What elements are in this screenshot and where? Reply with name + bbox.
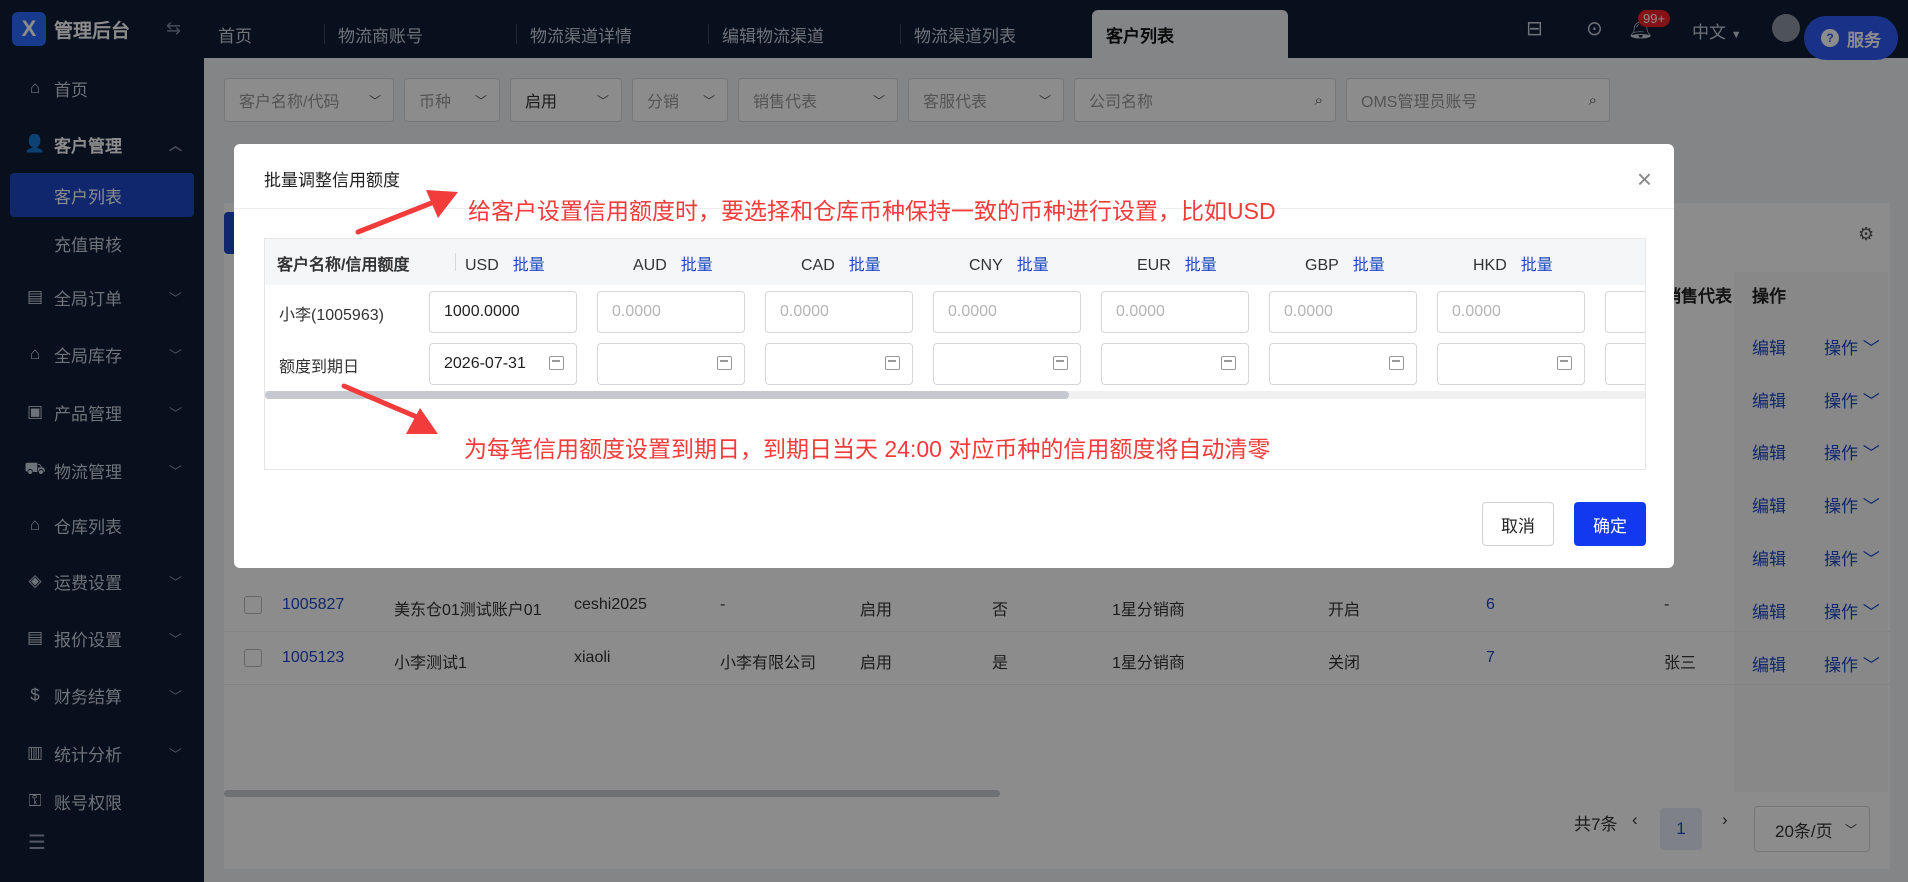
calendar-icon <box>885 356 900 370</box>
batch-link[interactable]: 批量 <box>849 257 881 274</box>
date-input-gbp[interactable] <box>1269 343 1417 385</box>
amount-input-hkd[interactable]: 0.0000 <box>1437 291 1585 333</box>
currency-code: HKD <box>1473 257 1507 274</box>
currency-header-hkd: HKD 批量 <box>1473 251 1553 275</box>
currency-code: EUR <box>1137 257 1171 274</box>
annotation-bottom: 为每笔信用额度设置到期日，到期日当天 24:00 对应币种的信用额度将自动清零 <box>464 436 1271 462</box>
amount-input-eur[interactable]: 0.0000 <box>1101 291 1249 333</box>
batch-link[interactable]: 批量 <box>1185 257 1217 274</box>
expiry-row-label: 额度到期日 <box>279 359 360 376</box>
first-column-header: 客户名称/信用额度 <box>277 257 410 274</box>
annotation-top: 给客户设置信用额度时，要选择和仓库币种保持一致的币种进行设置，比如USD <box>468 198 1276 224</box>
batch-link[interactable]: 批量 <box>681 257 713 274</box>
currency-code: USD <box>465 257 499 274</box>
currency-header-cad: CAD 批量 <box>801 251 881 275</box>
credit-table-header: 客户名称/信用额度 USD 批量 AUD 批量 CAD 批量 CNY 批量 EUR 批量 … <box>265 239 1645 285</box>
batch-link[interactable]: 批量 <box>513 257 545 274</box>
column-divider <box>455 253 456 271</box>
currency-header-gbp: GBP 批量 <box>1305 251 1385 275</box>
calendar-icon <box>1053 356 1068 370</box>
date-input-aud[interactable] <box>597 343 745 385</box>
credit-limit-modal: 批量调整信用额度 × 给客户设置信用额度时，要选择和仓库币种保持一致的币种进行设… <box>234 144 1674 568</box>
date-value: 2026-07-31 <box>444 355 526 372</box>
date-input-usd[interactable]: 2026-07-31 <box>429 343 577 385</box>
batch-link[interactable]: 批量 <box>1017 257 1049 274</box>
amount-input-cny[interactable]: 0.0000 <box>933 291 1081 333</box>
customer-row-label: 小李(1005963) <box>279 307 384 324</box>
currency-header-cny: CNY 批量 <box>969 251 1049 275</box>
close-icon[interactable]: × <box>1637 164 1652 195</box>
modal-title: 批量调整信用额度 <box>264 171 400 190</box>
date-input-eur[interactable] <box>1101 343 1249 385</box>
calendar-icon <box>549 356 564 370</box>
batch-link[interactable]: 批量 <box>1521 257 1553 274</box>
currency-header-aud: AUD 批量 <box>633 251 713 275</box>
cancel-button[interactable]: 取消 <box>1482 502 1554 546</box>
amount-input-cut[interactable] <box>1605 291 1645 333</box>
confirm-button[interactable]: 确定 <box>1574 502 1646 546</box>
amount-input-aud[interactable]: 0.0000 <box>597 291 745 333</box>
calendar-icon <box>1389 356 1404 370</box>
calendar-icon <box>1557 356 1572 370</box>
currency-code: CAD <box>801 257 835 274</box>
currency-header-eur: EUR 批量 <box>1137 251 1217 275</box>
batch-link[interactable]: 批量 <box>1353 257 1385 274</box>
date-input-cny[interactable] <box>933 343 1081 385</box>
calendar-icon <box>1221 356 1236 370</box>
date-input-cut[interactable] <box>1605 343 1645 385</box>
amount-input-cad[interactable]: 0.0000 <box>765 291 913 333</box>
date-input-cad[interactable] <box>765 343 913 385</box>
currency-header-usd: USD 批量 <box>465 251 545 275</box>
date-input-hkd[interactable] <box>1437 343 1585 385</box>
annotation-arrow-top <box>355 190 458 235</box>
currency-code: CNY <box>969 257 1003 274</box>
currency-code: AUD <box>633 257 667 274</box>
calendar-icon <box>717 356 732 370</box>
amount-input-gbp[interactable]: 0.0000 <box>1269 291 1417 333</box>
currency-code: GBP <box>1305 257 1339 274</box>
credit-table-scrollbar[interactable] <box>265 391 1069 399</box>
amount-input-usd[interactable]: 1000.0000 <box>429 291 577 333</box>
